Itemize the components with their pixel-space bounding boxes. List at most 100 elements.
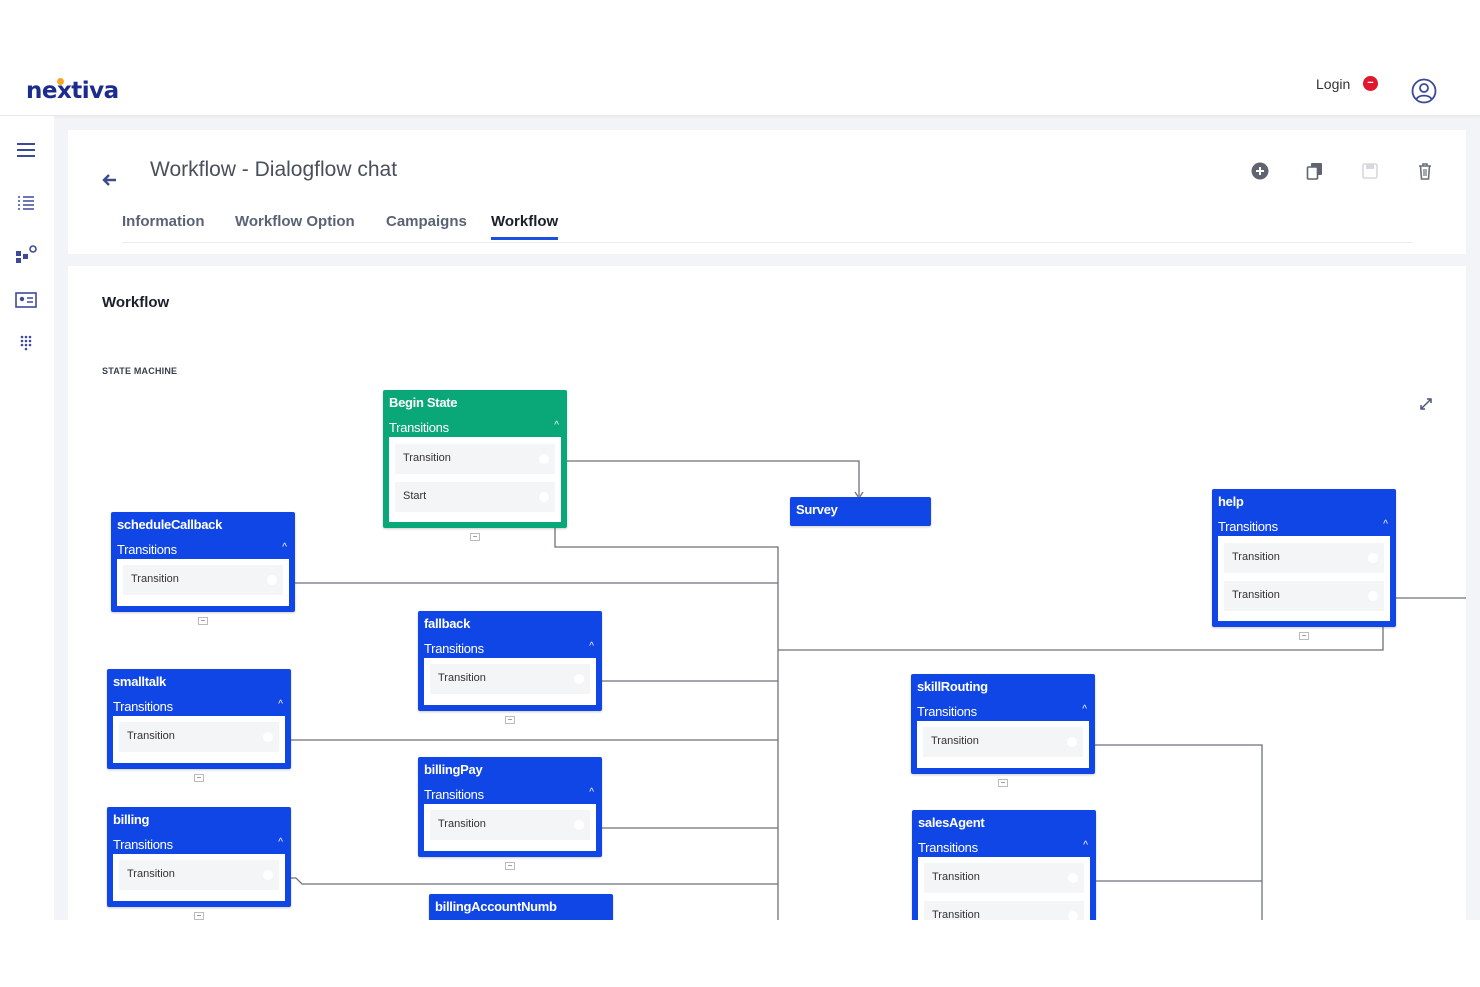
collapse-toggle[interactable]: − (1299, 632, 1309, 640)
transitions-label: Transitions (424, 641, 484, 656)
node-name: skillRouting (917, 679, 988, 694)
node-salesagent[interactable]: salesAgent Transitions ^ Transition Tran… (912, 810, 1096, 920)
transition-label: Transition (931, 735, 979, 747)
transition-label: Transition (438, 818, 486, 830)
node-billing[interactable]: billing Transitions ^ Transition (107, 807, 291, 907)
transition-item[interactable]: Transition (119, 860, 279, 890)
tab-information[interactable]: Information (122, 213, 205, 230)
link-billing (271, 877, 778, 885)
node-smalltalk[interactable]: smalltalk Transitions ^ Transition (107, 669, 291, 769)
collapse-toggle[interactable]: − (505, 716, 515, 724)
transition-item[interactable]: Transition (119, 722, 279, 752)
transition-port[interactable] (1068, 911, 1078, 920)
user-account-icon[interactable] (1411, 78, 1437, 104)
routing-icon[interactable] (14, 244, 38, 268)
node-name: Begin State (389, 395, 458, 410)
node-billingpay[interactable]: billingPay Transitions ^ Transition (418, 757, 602, 857)
transition-label: Transition (1232, 589, 1280, 601)
transition-port[interactable] (263, 732, 273, 742)
caret-up-icon[interactable]: ^ (1383, 519, 1388, 530)
copy-icon[interactable] (1304, 160, 1326, 182)
link-skillrouting (1075, 744, 1263, 920)
caret-up-icon[interactable]: ^ (282, 542, 287, 553)
node-name: fallback (424, 616, 471, 631)
tab-campaigns[interactable]: Campaigns (386, 213, 467, 230)
caret-up-icon[interactable]: ^ (278, 699, 283, 710)
node-billingaccountnumb[interactable]: billingAccountNumb (429, 894, 613, 920)
node-survey[interactable]: Survey (790, 497, 931, 526)
node-help[interactable]: help Transitions ^ Transition Transition (1212, 489, 1396, 627)
transition-port[interactable] (539, 492, 549, 502)
transition-port[interactable] (539, 454, 549, 464)
caret-up-icon[interactable]: ^ (589, 787, 594, 798)
save-icon[interactable] (1359, 160, 1381, 182)
collapse-toggle[interactable]: − (998, 779, 1008, 787)
collapse-toggle[interactable]: − (194, 912, 204, 920)
collapse-toggle[interactable]: − (505, 862, 515, 870)
node-name: Survey (796, 502, 838, 517)
caret-up-icon[interactable]: ^ (589, 641, 594, 652)
delete-icon[interactable] (1414, 160, 1436, 182)
caret-up-icon[interactable]: ^ (1083, 840, 1088, 851)
transition-label: Transition (932, 909, 980, 920)
nextiva-logo[interactable]: nextiva (26, 78, 119, 104)
state-machine-canvas[interactable]: Begin State Transitions ^ Transition Sta… (68, 266, 1466, 920)
transition-port[interactable] (1368, 591, 1378, 601)
transition-port[interactable] (1067, 737, 1077, 747)
caret-up-icon[interactable]: ^ (1082, 704, 1087, 715)
add-icon[interactable] (1249, 160, 1271, 182)
login-status-icon[interactable]: − (1363, 76, 1378, 91)
login-label[interactable]: Login (1316, 76, 1350, 92)
node-begin-state[interactable]: Begin State Transitions ^ Transition Sta… (383, 390, 567, 528)
node-name: billingPay (424, 762, 483, 777)
list-icon[interactable] (14, 191, 38, 215)
transition-item[interactable]: Transition (924, 863, 1084, 893)
transition-label: Transition (127, 868, 175, 880)
transition-item[interactable]: Transition (1224, 581, 1384, 611)
dialpad-icon[interactable] (14, 332, 38, 356)
transition-port[interactable] (263, 870, 273, 880)
tab-workflow[interactable]: Workflow (491, 213, 559, 240)
transition-item[interactable]: Transition (430, 664, 590, 694)
transitions-panel: Transition (113, 716, 285, 763)
transition-label: Transition (932, 871, 980, 883)
node-fallback[interactable]: fallback Transitions ^ Transition (418, 611, 602, 711)
workflow-canvas-card: Workflow STATE MACHINE Begin State Trans… (68, 266, 1466, 920)
node-skillrouting[interactable]: skillRouting Transitions ^ Transition (911, 674, 1095, 774)
transitions-panel: Transition Start (389, 437, 561, 522)
transition-item[interactable]: Start (395, 482, 555, 512)
caret-up-icon[interactable]: ^ (278, 837, 283, 848)
node-name: scheduleCallback (117, 517, 223, 532)
app-frame: nextiva Login − Workflow - Dialogflow ch… (0, 66, 1480, 920)
tab-workflow-option[interactable]: Workflow Option (235, 213, 355, 230)
transition-port[interactable] (267, 575, 277, 585)
transition-item[interactable]: Transition (395, 444, 555, 474)
transition-label: Transition (131, 573, 179, 585)
caret-up-icon[interactable]: ^ (554, 420, 559, 431)
node-schedulecallback[interactable]: scheduleCallback Transitions ^ Transitio… (111, 512, 295, 612)
transition-port[interactable] (574, 820, 584, 830)
logo-text: nextiva (26, 78, 119, 104)
transition-item[interactable]: Transition (430, 810, 590, 840)
collapse-toggle[interactable]: − (198, 617, 208, 625)
transition-item[interactable]: Transition (923, 727, 1083, 757)
collapse-toggle[interactable]: − (194, 774, 204, 782)
transitions-label: Transitions (389, 420, 449, 435)
transitions-label: Transitions (917, 704, 977, 719)
transition-label: Transition (1232, 551, 1280, 563)
transition-port[interactable] (1368, 553, 1378, 563)
transition-item[interactable]: Transition (924, 901, 1084, 920)
transition-port[interactable] (574, 674, 584, 684)
transition-port[interactable] (1068, 873, 1078, 883)
node-name: salesAgent (918, 815, 985, 830)
transition-item[interactable]: Transition (123, 565, 283, 595)
contact-card-icon[interactable] (14, 288, 38, 312)
transition-item[interactable]: Transition (1224, 543, 1384, 573)
sidebar (0, 116, 54, 920)
collapse-toggle[interactable]: − (470, 533, 480, 541)
menu-icon[interactable] (14, 138, 38, 162)
transition-label: Start (403, 490, 427, 502)
node-name: billing (113, 812, 150, 827)
back-arrow-icon[interactable] (100, 170, 120, 190)
transitions-panel: Transition Transition (1218, 536, 1390, 621)
